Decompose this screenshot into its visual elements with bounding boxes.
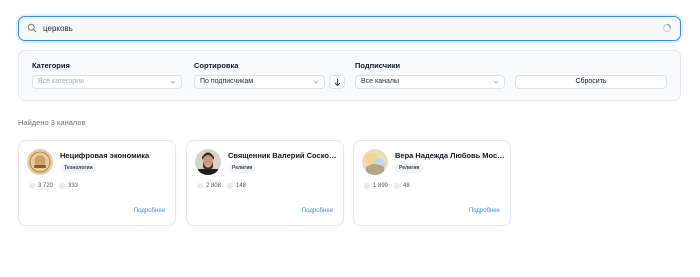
sort-label: Сортировка [194,61,239,70]
channel-avatar [195,149,221,175]
category-label: Категория [32,61,70,70]
users-icon [364,183,370,189]
sort-select[interactable]: По подписчикам [194,75,325,89]
subscribers-stat: 3 720 [29,183,53,189]
search-icon [27,23,37,33]
users-icon [29,183,35,189]
channel-title[interactable]: Вера Надежда Любовь Москва [395,151,507,160]
subscribers-select[interactable]: Все каналы [355,75,505,89]
channel-title[interactable]: Нецифровая экономика [60,151,172,160]
category-select[interactable]: Все категории [32,75,182,89]
chevron-down-icon [493,80,499,84]
subscribers-select-value: Все каналы [361,78,399,85]
posts-icon [394,183,400,189]
category-tag: Технологии [60,163,97,173]
subscribers-stat: 1 899 [364,183,388,189]
details-link[interactable]: Подробнее [469,208,500,214]
sort-select-value: По подписчикам [200,78,254,85]
arrow-down-icon [334,79,341,87]
details-link[interactable]: Подробнее [134,208,165,214]
subscribers-count: 1 899 [373,183,389,189]
category-select-value: Все категории [38,78,84,85]
filters-panel: Категория Все категории Сортировка По по… [18,50,681,101]
channel-card[interactable]: Священник Валерий Сосковец Религия 2 808… [186,140,344,226]
posts-stat: 333 [59,183,78,189]
search-bar[interactable] [18,16,681,41]
channel-avatar [362,149,388,175]
category-tag: Религия [228,163,257,173]
posts-stat: 48 [394,183,410,189]
subscribers-label: Подписчики [355,61,401,70]
details-link[interactable]: Подробнее [302,208,333,214]
loading-spinner-icon [662,23,672,33]
channel-title[interactable]: Священник Валерий Сосковец [228,151,340,160]
category-tag: Религия [395,163,424,173]
channel-avatar [27,149,53,175]
posts-stat: 148 [227,183,246,189]
subscribers-count: 2 808 [206,183,222,189]
subscribers-count: 3 720 [38,183,54,189]
users-icon [197,183,203,189]
chevron-down-icon [170,80,176,84]
posts-icon [227,183,233,189]
posts-count: 148 [236,183,247,189]
posts-count: 333 [68,183,79,189]
channel-card[interactable]: Нецифровая экономика Технологии 3 720 33… [18,140,176,226]
subscribers-stat: 2 808 [197,183,221,189]
channel-card[interactable]: Вера Надежда Любовь Москва Религия 1 899… [353,140,511,226]
posts-count: 48 [403,183,410,189]
search-input[interactable] [43,21,643,36]
posts-icon [59,183,65,189]
reset-button[interactable]: Сбросить [515,75,667,89]
sort-direction-button[interactable] [329,75,345,89]
results-count: Найдено 3 каналов [18,118,86,127]
chevron-down-icon [313,80,319,84]
